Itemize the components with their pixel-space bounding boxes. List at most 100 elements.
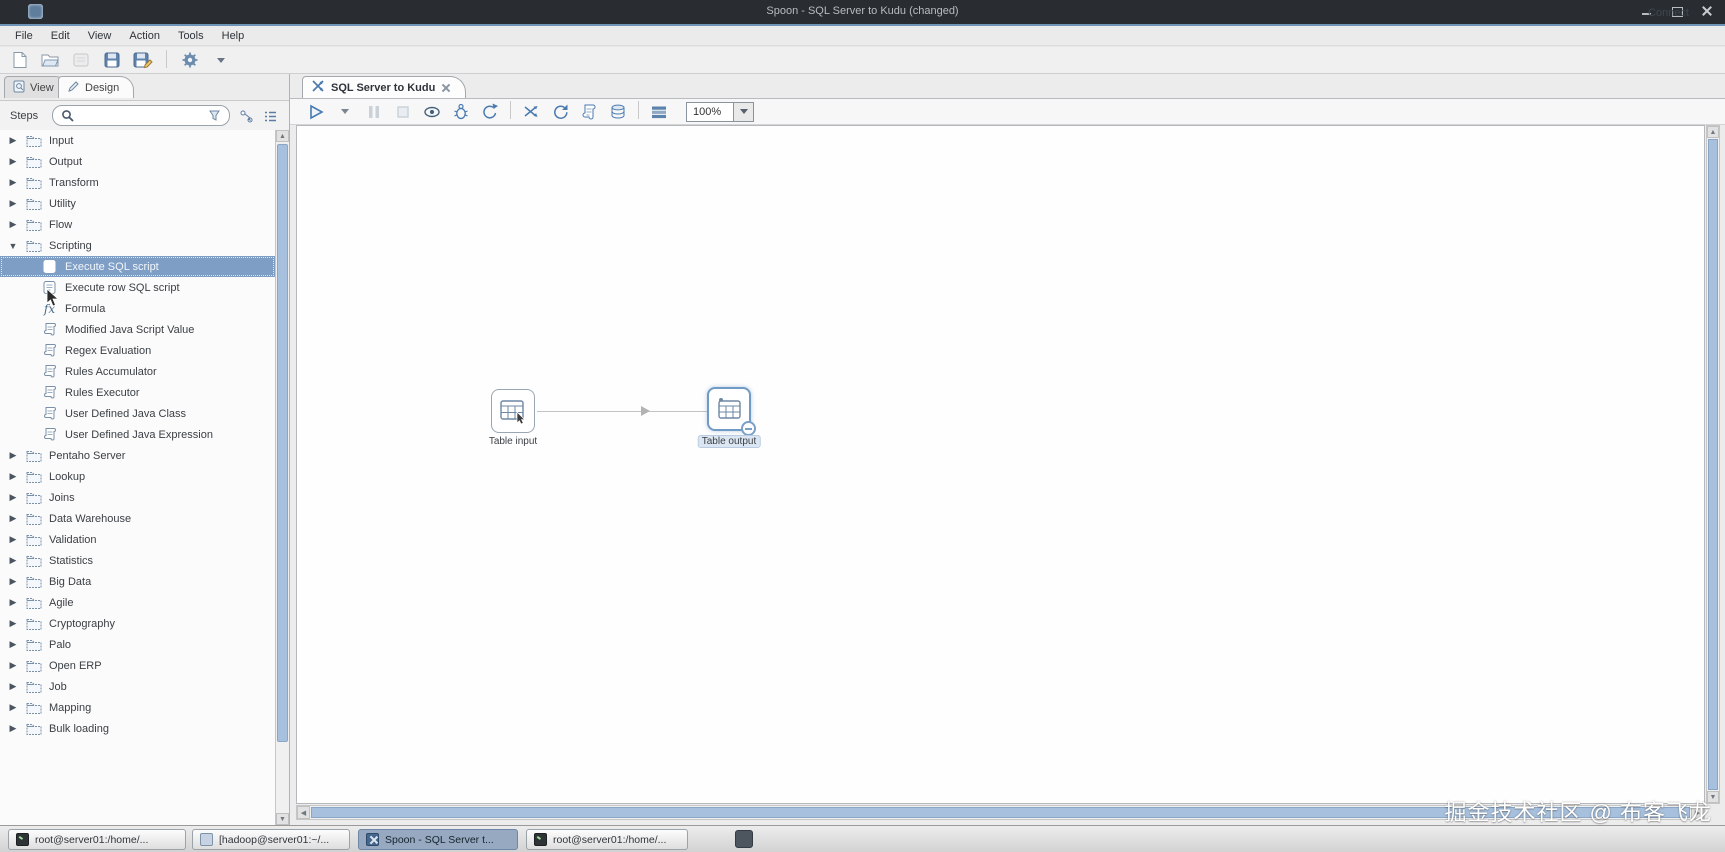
step-label-table-input[interactable]: Table input: [489, 436, 537, 447]
left-scrollbar-thumb[interactable]: [277, 144, 288, 742]
collapsed-triangle-icon[interactable]: ▶: [8, 702, 18, 713]
collapsed-triangle-icon[interactable]: ▶: [8, 618, 18, 629]
steps-search-input[interactable]: [78, 109, 204, 122]
step-label-table-output[interactable]: Table output: [697, 435, 761, 448]
collapsed-triangle-icon[interactable]: ▶: [8, 219, 18, 230]
tree-item-execute-row-sql-script[interactable]: Execute row SQL script: [0, 277, 275, 298]
tree-item-data-warehouse[interactable]: ▶ Data Warehouse: [0, 508, 275, 529]
left-scrollbar[interactable]: ▲ ▼: [275, 130, 289, 825]
tree-item-formula[interactable]: fx Formula: [0, 298, 275, 319]
open-file-icon[interactable]: [39, 49, 61, 71]
scroll-left-icon[interactable]: ◀: [297, 806, 310, 819]
scroll-up-icon[interactable]: ▲: [276, 130, 289, 142]
tree-item-palo[interactable]: ▶ Palo: [0, 634, 275, 655]
tree-item-flow[interactable]: ▶ Flow: [0, 214, 275, 235]
sort-steps-icon[interactable]: [236, 106, 256, 126]
transformation-tab[interactable]: SQL Server to Kudu: [302, 76, 467, 98]
collapsed-triangle-icon[interactable]: ▶: [8, 135, 18, 146]
tree-item-statistics[interactable]: ▶ Statistics: [0, 550, 275, 571]
menu-action[interactable]: Action: [120, 27, 169, 45]
steps-list-icon[interactable]: [260, 106, 280, 126]
tree-item-execute-sql-script[interactable]: Execute SQL script: [0, 256, 275, 277]
tree-item-regex-evaluation[interactable]: Regex Evaluation: [0, 340, 275, 361]
save-icon[interactable]: [101, 49, 123, 71]
taskbar-item-root-server01-home[interactable]: root@server01:/home/...: [8, 829, 186, 850]
collapsed-triangle-icon[interactable]: ▶: [8, 639, 18, 650]
collapsed-triangle-icon[interactable]: ▶: [8, 660, 18, 671]
tree-item-modified-java-script-value[interactable]: Modified Java Script Value: [0, 319, 275, 340]
collapsed-triangle-icon[interactable]: ▶: [8, 471, 18, 482]
execution-results-icon[interactable]: [647, 101, 671, 123]
collapsed-triangle-icon[interactable]: ▶: [8, 555, 18, 566]
new-file-icon[interactable]: [8, 49, 30, 71]
explore-db-icon[interactable]: [606, 101, 630, 123]
impact-icon[interactable]: [548, 101, 572, 123]
tree-item-rules-accumulator[interactable]: Rules Accumulator: [0, 361, 275, 382]
tree-item-transform[interactable]: ▶ Transform: [0, 172, 275, 193]
close-icon[interactable]: [1701, 5, 1713, 20]
taskbar-item-root-server01-home[interactable]: root@server01:/home/...: [526, 829, 688, 850]
debug-icon[interactable]: [449, 101, 473, 123]
get-sql-icon[interactable]: [577, 101, 601, 123]
collapsed-triangle-icon[interactable]: ▶: [8, 597, 18, 608]
stop-icon[interactable]: [391, 101, 415, 123]
scroll-down-icon[interactable]: ▼: [276, 813, 289, 825]
tree-item-scripting[interactable]: ▼ Scripting: [0, 235, 275, 256]
menu-tools[interactable]: Tools: [169, 27, 213, 45]
collapsed-triangle-icon[interactable]: ▶: [8, 177, 18, 188]
tree-item-pentaho-server[interactable]: ▶ Pentaho Server: [0, 445, 275, 466]
tree-item-job[interactable]: ▶ Job: [0, 676, 275, 697]
tree-item-big-data[interactable]: ▶ Big Data: [0, 571, 275, 592]
tree-item-rules-executor[interactable]: Rules Executor: [0, 382, 275, 403]
tree-item-validation[interactable]: ▶ Validation: [0, 529, 275, 550]
hop-target-badge-icon[interactable]: [741, 421, 756, 436]
collapsed-triangle-icon[interactable]: ▶: [8, 723, 18, 734]
collapsed-triangle-icon[interactable]: ▶: [8, 513, 18, 524]
tree-item-user-defined-java-class[interactable]: User Defined Java Class: [0, 403, 275, 424]
hop-line[interactable]: [537, 411, 709, 412]
tree-item-bulk-loading[interactable]: ▶ Bulk loading: [0, 718, 275, 739]
perspective-icon[interactable]: [179, 49, 201, 71]
collapsed-triangle-icon[interactable]: ▶: [8, 492, 18, 503]
collapsed-triangle-icon[interactable]: ▶: [8, 681, 18, 692]
tab-design[interactable]: Design: [58, 76, 135, 98]
collapsed-triangle-icon[interactable]: ▶: [8, 156, 18, 167]
taskbar-item-hadoop-server01[interactable]: [hadoop@server01:~/...: [192, 829, 350, 850]
transformation-canvas[interactable]: Table input Table output: [296, 125, 1705, 804]
run-options-caret-icon[interactable]: [333, 101, 357, 123]
connect-button[interactable]: Connect: [1640, 5, 1697, 21]
tree-item-user-defined-java-expression[interactable]: User Defined Java Expression: [0, 424, 275, 445]
taskbar-item-spoon-sql-server-t[interactable]: Spoon - SQL Server t...: [358, 829, 518, 850]
canvas-vscrollbar[interactable]: ▲ ▼: [1706, 125, 1720, 804]
explore-repository-icon[interactable]: [70, 49, 92, 71]
tree-item-mapping[interactable]: ▶ Mapping: [0, 697, 275, 718]
taskbar-tray-icon[interactable]: [735, 830, 753, 848]
tree-item-agile[interactable]: ▶ Agile: [0, 592, 275, 613]
preview-icon[interactable]: [420, 101, 444, 123]
expanded-triangle-icon[interactable]: ▼: [8, 241, 18, 251]
tree-item-output[interactable]: ▶ Output: [0, 151, 275, 172]
steps-search-box[interactable]: [52, 105, 230, 126]
tree-item-lookup[interactable]: ▶ Lookup: [0, 466, 275, 487]
collapsed-triangle-icon[interactable]: ▶: [8, 450, 18, 461]
tree-item-cryptography[interactable]: ▶ Cryptography: [0, 613, 275, 634]
save-as-icon[interactable]: [132, 49, 154, 71]
tree-item-utility[interactable]: ▶ Utility: [0, 193, 275, 214]
menu-file[interactable]: File: [6, 27, 42, 45]
canvas-vscrollbar-thumb[interactable]: [1708, 139, 1718, 790]
hop-arrow-icon[interactable]: [641, 406, 650, 416]
close-icon[interactable]: [441, 83, 451, 93]
tree-item-open-erp[interactable]: ▶ Open ERP: [0, 655, 275, 676]
tree-item-input[interactable]: ▶ Input: [0, 130, 275, 151]
collapsed-triangle-icon[interactable]: ▶: [8, 534, 18, 545]
zoom-combo[interactable]: 100%: [686, 101, 754, 122]
menu-help[interactable]: Help: [213, 27, 254, 45]
pause-icon[interactable]: [362, 101, 386, 123]
run-icon[interactable]: [304, 101, 328, 123]
verify-icon[interactable]: [519, 101, 543, 123]
zoom-dropdown-icon[interactable]: [734, 101, 754, 122]
zoom-level-value[interactable]: 100%: [686, 101, 734, 122]
collapsed-triangle-icon[interactable]: ▶: [8, 198, 18, 209]
collapsed-triangle-icon[interactable]: ▶: [8, 576, 18, 587]
clear-filter-icon[interactable]: [204, 106, 224, 126]
